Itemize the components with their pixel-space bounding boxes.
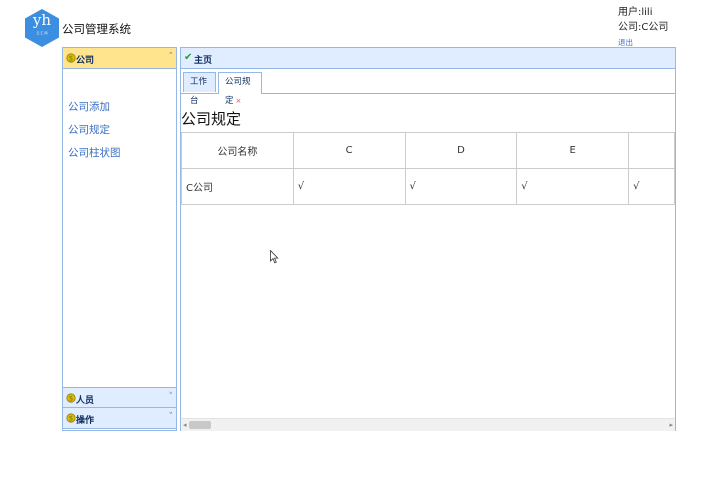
coin-icon: $ <box>66 413 76 423</box>
user-name: 用户:lili <box>618 7 653 18</box>
table-header-row: 公司名称 C D E <box>181 132 675 169</box>
page-title: 公司规定 <box>181 110 242 128</box>
menu-link-company-add[interactable]: 公司添加 <box>68 99 110 114</box>
scrollbar-thumb[interactable] <box>189 421 211 429</box>
sidebar-accordion: $ 公司 ˄ 公司添加 公司规定 公司柱状图 $ 人员 ˅ $ 操作 ˅ <box>62 47 177 431</box>
chevron-down-icon[interactable]: ˅ <box>169 391 174 403</box>
main-panel: ✔ 主页 工作台 公司规定 × 公司规定 公司名称 C D E C公司 √ √ √… <box>180 47 676 431</box>
mouse-cursor-icon <box>270 250 279 264</box>
logo: yh 云 汇 网 <box>22 8 62 48</box>
coin-icon: $ <box>66 393 76 403</box>
logo-subtext: 云 汇 网 <box>36 31 48 35</box>
accordion-title: 操作 <box>76 416 95 426</box>
tab-bar: 工作台 公司规定 × <box>181 69 675 106</box>
app-title: 公司管理系统 <box>62 22 131 36</box>
table-row: C公司 √ √ √ √ <box>181 168 675 205</box>
column-header <box>628 132 675 169</box>
column-header: D <box>404 132 518 169</box>
chevron-up-icon[interactable]: ˄ <box>169 51 174 63</box>
accordion-header-company[interactable]: $ 公司 ˄ <box>63 48 176 69</box>
table-cell: √ <box>628 168 675 205</box>
column-header: 公司名称 <box>181 132 294 169</box>
horizontal-scrollbar[interactable]: ◂ ▸ <box>181 418 675 431</box>
table-cell: √ <box>516 168 630 205</box>
user-info: 用户:lili 公司:C公司 <box>618 5 668 35</box>
checkmark-icon: ✔ <box>184 52 193 63</box>
scroll-right-icon[interactable]: ▸ <box>669 421 673 429</box>
svg-text:$: $ <box>69 55 73 63</box>
rules-table: 公司名称 C D E C公司 √ √ √ √ <box>181 132 675 205</box>
column-header: E <box>516 132 630 169</box>
coin-icon: $ <box>66 53 76 63</box>
tab-label: 工作台 <box>190 77 208 106</box>
logo-text: yh <box>32 11 52 29</box>
accordion-title: 人员 <box>76 396 95 406</box>
svg-text:$: $ <box>69 415 73 423</box>
table-cell: √ <box>292 168 406 205</box>
accordion-header-operations[interactable]: $ 操作 ˅ <box>63 408 176 429</box>
table-cell: C公司 <box>181 168 294 205</box>
svg-text:$: $ <box>69 395 73 403</box>
menu-link-company-rules[interactable]: 公司规定 <box>68 122 110 137</box>
menu-link-company-chart[interactable]: 公司柱状图 <box>68 145 121 160</box>
user-company: 公司:C公司 <box>618 22 669 33</box>
table-cell: √ <box>404 168 518 205</box>
accordion-header-staff[interactable]: $ 人员 ˅ <box>63 387 176 408</box>
tab-workbench[interactable]: 工作台 <box>183 72 216 106</box>
chevron-down-icon[interactable]: ˅ <box>169 411 174 423</box>
main-panel-title: 主页 <box>194 56 213 66</box>
column-header: C <box>292 132 406 169</box>
main-panel-header: ✔ 主页 <box>181 48 675 69</box>
scroll-left-icon[interactable]: ◂ <box>183 421 187 429</box>
close-icon[interactable]: × <box>236 97 242 105</box>
accordion-body-company: 公司添加 公司规定 公司柱状图 <box>63 69 176 387</box>
tab-company-rules[interactable]: 公司规定 × <box>218 72 262 106</box>
accordion-title: 公司 <box>76 56 95 66</box>
